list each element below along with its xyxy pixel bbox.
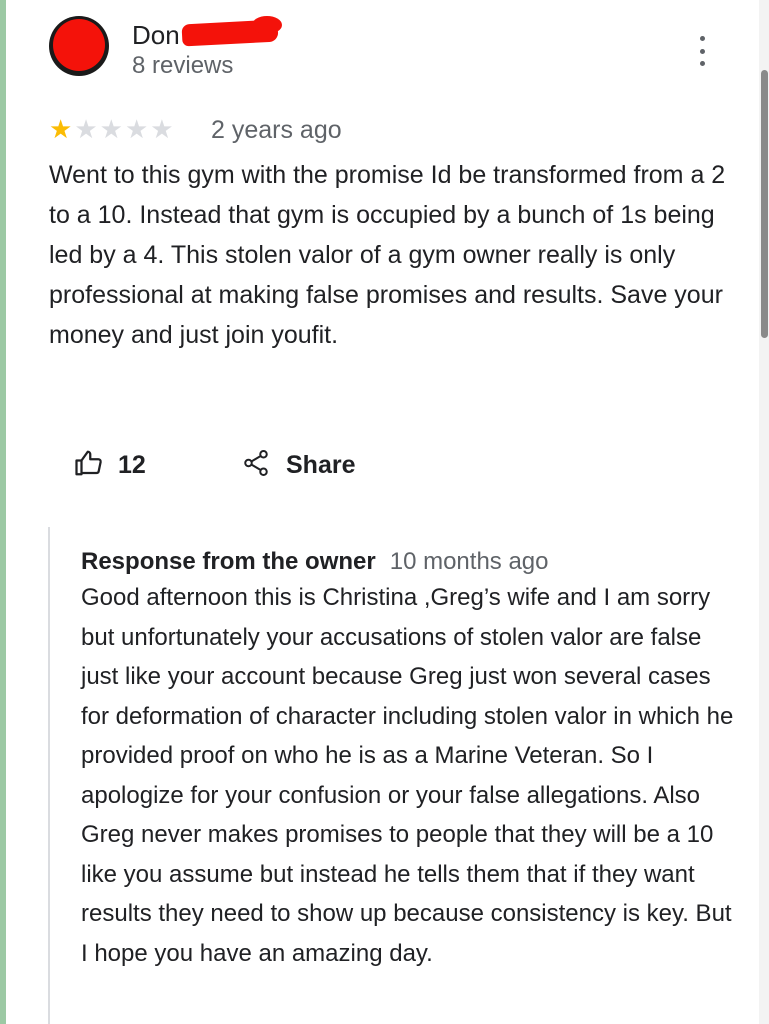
owner-response-header: Response from the owner 10 months ago bbox=[81, 545, 549, 579]
reviewer-name-row[interactable]: Don bbox=[132, 16, 282, 52]
owner-response-divider bbox=[48, 527, 50, 1024]
star-rating: ★ ★ ★ ★ ★ bbox=[49, 114, 174, 144]
share-button[interactable]: Share bbox=[240, 448, 355, 483]
owner-response-title: Response from the owner bbox=[81, 548, 376, 575]
star-icon: ★ bbox=[74, 114, 98, 144]
owner-response-time: 10 months ago bbox=[389, 548, 549, 575]
star-icon: ★ bbox=[124, 114, 149, 144]
thumb-up-icon bbox=[74, 448, 104, 483]
reviewer-name[interactable]: Don bbox=[132, 18, 180, 52]
name-redaction-blob bbox=[252, 16, 282, 34]
share-icon bbox=[240, 448, 272, 483]
window-edge bbox=[0, 0, 6, 1024]
scrollbar-thumb[interactable] bbox=[761, 70, 768, 338]
avatar-redaction bbox=[53, 19, 105, 71]
review-time: 2 years ago bbox=[211, 116, 342, 144]
more-vert-icon[interactable] bbox=[690, 36, 714, 66]
star-icon: ★ bbox=[150, 114, 174, 144]
avatar[interactable] bbox=[49, 16, 109, 76]
like-count: 12 bbox=[118, 451, 146, 479]
star-icon: ★ bbox=[99, 114, 123, 144]
owner-response-text: Good afternoon this is Christina ,Greg’s… bbox=[81, 584, 734, 967]
review-count: 8 reviews bbox=[132, 52, 234, 79]
star-icon: ★ bbox=[49, 114, 73, 144]
like-button[interactable]: 12 bbox=[74, 448, 146, 483]
scrollbar[interactable] bbox=[759, 0, 769, 1024]
share-label: Share bbox=[286, 451, 356, 479]
review-text: Went to this gym with the promise Id be … bbox=[49, 161, 726, 349]
